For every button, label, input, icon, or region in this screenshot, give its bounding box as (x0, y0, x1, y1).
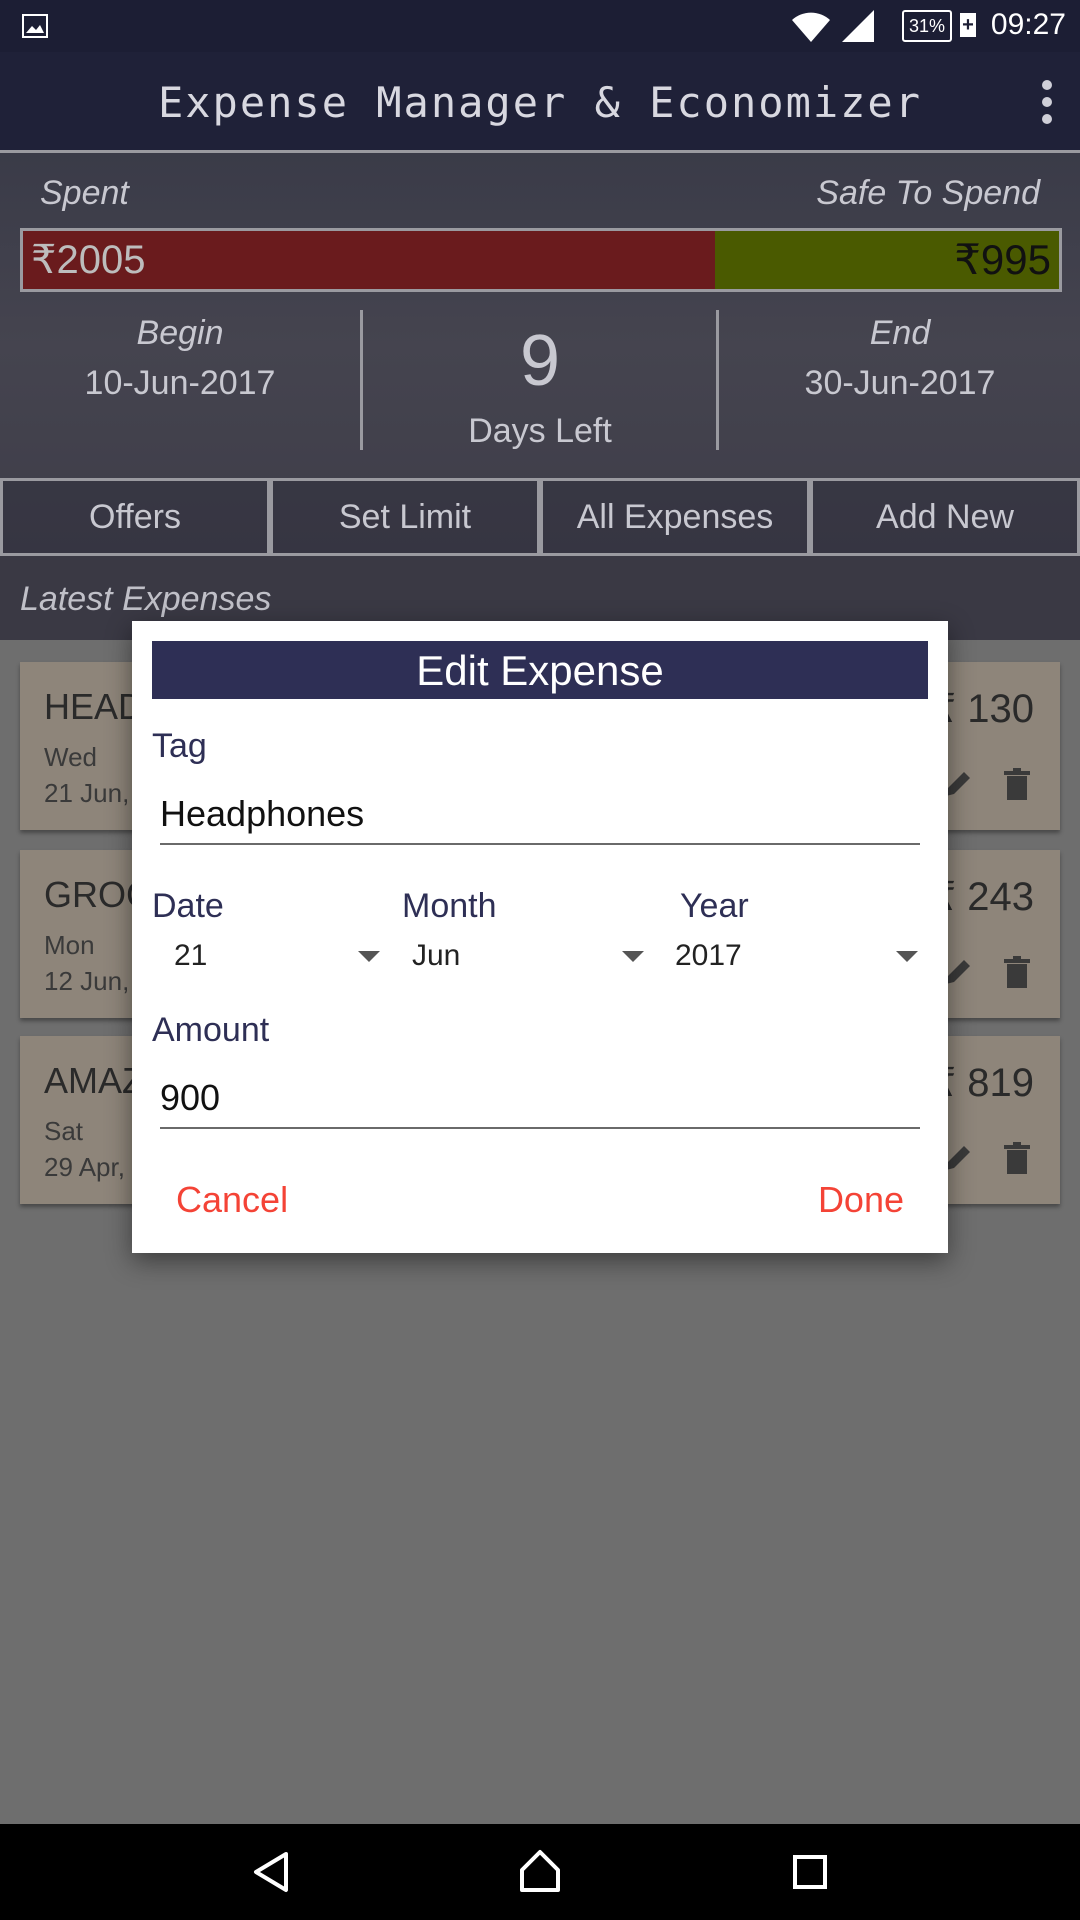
month-value: Jun (412, 939, 461, 972)
cancel-button[interactable]: Cancel (176, 1179, 288, 1221)
amount-input[interactable]: 900 (160, 1077, 920, 1129)
month-label: Month (402, 887, 497, 925)
status-bar: 31% + 09:27 (0, 0, 1080, 52)
expense-date: 12 Jun, (44, 966, 130, 996)
charging-icon: + (960, 13, 976, 37)
year-value: 2017 (675, 939, 742, 972)
back-icon[interactable] (250, 1850, 292, 1894)
tab-add-new[interactable]: Add New (810, 478, 1080, 556)
recents-icon[interactable] (792, 1854, 828, 1890)
chevron-down-icon (896, 951, 918, 962)
chevron-down-icon (622, 951, 644, 962)
expense-name: HEAD (44, 686, 145, 727)
amount-label: Amount (152, 1011, 270, 1049)
days-left-label: Days Left (468, 412, 612, 450)
days-left-count: 9 (519, 321, 561, 401)
begin-date: 10-Jun-2017 (84, 364, 276, 402)
app-title: Expense Manager & Economizer (157, 78, 922, 127)
spent-bar: ₹2005 (23, 231, 715, 289)
wifi-icon (792, 12, 830, 42)
date-value: 21 (174, 939, 208, 972)
date-label: Date (152, 887, 224, 925)
more-vert-icon[interactable] (1040, 80, 1054, 124)
navigation-bar (0, 1824, 1080, 1920)
app-bar: Expense Manager & Economizer (0, 52, 1080, 150)
gallery-icon (22, 14, 48, 38)
end-date: 30-Jun-2017 (804, 364, 996, 402)
done-button[interactable]: Done (818, 1179, 904, 1221)
delete-icon[interactable] (1004, 768, 1030, 800)
tab-offers[interactable]: Offers (0, 478, 270, 556)
signal-icon (842, 10, 874, 42)
expense-name: AMAZ (44, 1060, 145, 1101)
expense-day: Sat (44, 1116, 84, 1146)
end-label: End (869, 314, 931, 352)
safe-label: Safe To Spend (816, 174, 1040, 212)
delete-icon[interactable] (1004, 1142, 1030, 1174)
tag-label: Tag (152, 727, 207, 765)
budget-bar: ₹2005 ₹995 (20, 228, 1062, 292)
expense-day: Mon (44, 930, 95, 960)
tab-set-limit[interactable]: Set Limit (270, 478, 540, 556)
chevron-down-icon (358, 951, 380, 962)
spent-label: Spent (40, 174, 129, 212)
month-dropdown[interactable]: Jun (412, 939, 652, 979)
expense-day: Wed (44, 742, 97, 772)
home-icon[interactable] (518, 1848, 562, 1894)
latest-expenses-label: Latest Expenses (20, 580, 272, 618)
dialog-title: Edit Expense (152, 641, 928, 699)
tab-all-expenses[interactable]: All Expenses (540, 478, 810, 556)
delete-icon[interactable] (1004, 956, 1030, 988)
date-dropdown[interactable]: 21 (174, 939, 386, 979)
tag-input[interactable]: Headphones (160, 793, 920, 845)
divider (360, 310, 363, 450)
edit-expense-dialog: Edit Expense Tag Headphones Date Month Y… (132, 621, 948, 1253)
expense-date: 29 Apr, (44, 1152, 125, 1182)
divider (0, 150, 1080, 153)
begin-label: Begin (136, 314, 224, 352)
action-tabs: Offers Set Limit All Expenses Add New (0, 478, 1080, 556)
safe-bar: ₹995 (715, 231, 1059, 289)
divider (716, 310, 719, 450)
battery-icon: 31% (902, 10, 952, 42)
year-dropdown[interactable]: 2017 (675, 939, 915, 979)
year-label: Year (680, 887, 749, 925)
clock: 09:27 (990, 8, 1066, 41)
expense-date: 21 Jun, (44, 778, 130, 808)
